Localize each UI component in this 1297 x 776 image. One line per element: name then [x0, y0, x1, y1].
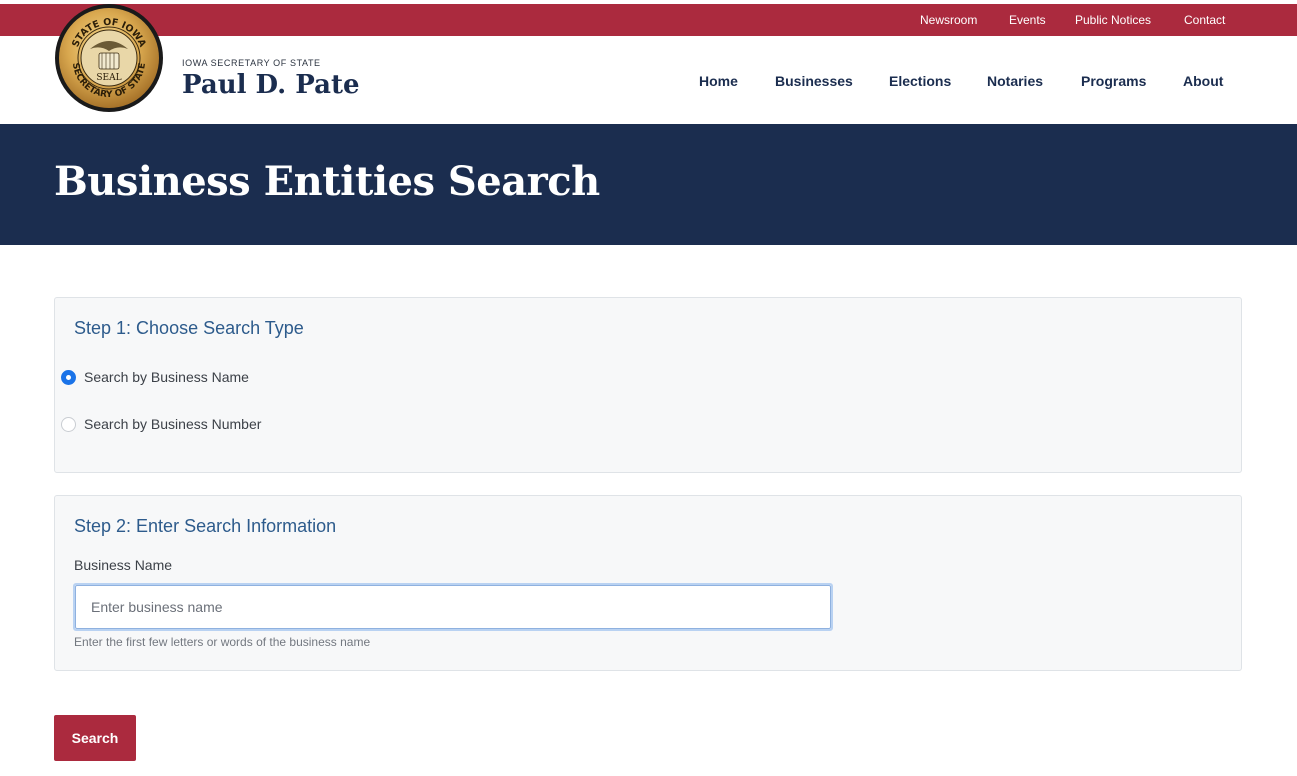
- nav-elections[interactable]: Elections: [889, 73, 951, 89]
- nav-notaries[interactable]: Notaries: [987, 73, 1043, 89]
- page-title: Business Entities Search: [54, 158, 600, 205]
- agency-name: IOWA SECRETARY OF STATE: [182, 58, 321, 68]
- utility-link-events[interactable]: Events: [1009, 13, 1046, 27]
- site-header: IOWA SECRETARY OF STATE Paul D. Pate Hom…: [0, 36, 1297, 124]
- business-name-input[interactable]: [75, 585, 831, 629]
- radio-button-unselected[interactable]: [61, 416, 76, 432]
- radio-search-by-number[interactable]: Search by Business Number: [61, 414, 261, 434]
- nav-home[interactable]: Home: [699, 73, 738, 89]
- state-seal-logo[interactable]: STATE OF IOWA SECRETARY OF STATE SEAL: [54, 3, 164, 113]
- radio-search-by-name[interactable]: Search by Business Name: [61, 367, 249, 387]
- utility-bar: Newsroom Events Public Notices Contact: [0, 4, 1297, 36]
- business-name-input-wrapper: [73, 583, 833, 631]
- nav-programs[interactable]: Programs: [1081, 73, 1146, 89]
- radio-label-name: Search by Business Name: [84, 369, 249, 385]
- radio-label-number: Search by Business Number: [84, 416, 262, 432]
- business-name-label: Business Name: [74, 557, 173, 573]
- nav-about[interactable]: About: [1183, 73, 1223, 89]
- nav-businesses[interactable]: Businesses: [775, 73, 853, 89]
- utility-link-public-notices[interactable]: Public Notices: [1075, 13, 1151, 27]
- search-button[interactable]: Search: [54, 715, 136, 761]
- radio-button-selected[interactable]: [61, 369, 76, 385]
- step1-panel: Step 1: Choose Search Type Search by Bus…: [54, 297, 1242, 473]
- step1-title: Step 1: Choose Search Type: [74, 318, 304, 338]
- business-name-help-text: Enter the first few letters or words of …: [74, 635, 371, 649]
- step2-title: Step 2: Enter Search Information: [74, 516, 337, 536]
- utility-link-newsroom[interactable]: Newsroom: [920, 13, 977, 27]
- page-banner: Business Entities Search: [0, 124, 1297, 245]
- svg-text:SEAL: SEAL: [96, 73, 121, 83]
- utility-link-contact[interactable]: Contact: [1184, 13, 1225, 27]
- official-name[interactable]: Paul D. Pate: [182, 70, 360, 100]
- page: Newsroom Events Public Notices Contact S…: [0, 0, 1297, 776]
- step2-panel: Step 2: Enter Search Information Busines…: [54, 495, 1242, 671]
